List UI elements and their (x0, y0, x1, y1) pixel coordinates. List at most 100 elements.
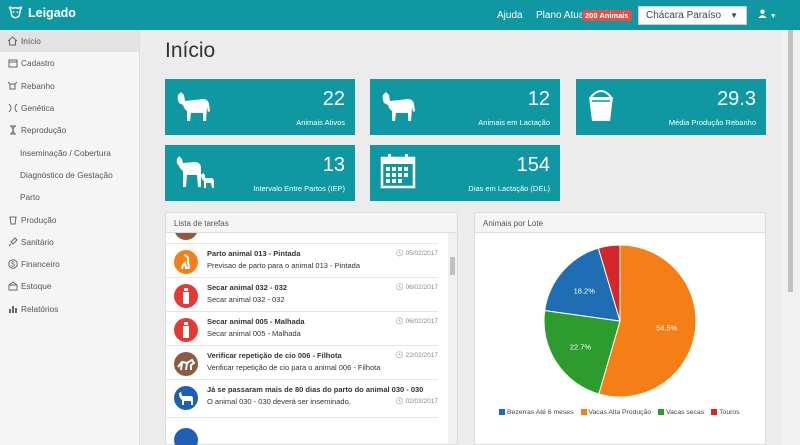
lot-chart-panel: Animais por Lote 54.5% 22.7% 18.2% Bezerra… (474, 212, 766, 445)
sidebar-item-rebanho[interactable]: Rebanho (0, 75, 139, 97)
scrollbar-thumb[interactable] (788, 30, 793, 292)
stat-card-dias-lactacao[interactable]: 154 Dias em Lactação (DEL) (370, 145, 560, 201)
sidebar-item-sanitario[interactable]: Sanitário (0, 231, 139, 253)
task-title: Secar animal 032 - 032 (207, 283, 288, 292)
sidebar-item-label: Produção (21, 214, 57, 225)
pie-chart: 54.5% 22.7% 18.2% (543, 244, 697, 398)
sidebar-subitem-inseminacao[interactable]: Inseminação / Cobertura (0, 141, 139, 163)
sidebar-item-label: Rebanho (21, 80, 55, 91)
task-subtitle: Secar animal 032 - 032 (207, 295, 285, 304)
stat-value: 13 (322, 154, 345, 176)
cow-calf-icon (176, 156, 214, 188)
bucket-icon (589, 90, 613, 121)
task-item[interactable]: Secar animal 005 - Malhada Secar animal … (166, 312, 438, 346)
farm-select-value: Chácara Paraíso (646, 10, 722, 21)
cow-head-icon (8, 6, 23, 19)
brand-logo[interactable]: Leigado (8, 6, 76, 20)
sidebar-item-reproducao[interactable]: Reprodução (0, 119, 139, 141)
stat-label: Média Produção Rebanho (668, 118, 756, 127)
chevron-down-icon: ▼ (730, 11, 738, 20)
stat-card-animais-ativos[interactable]: 22 Animais Ativos (165, 79, 355, 135)
sidebar-item-cadastro[interactable]: Cadastro (0, 52, 139, 74)
caret-down-icon: ▼ (769, 13, 777, 20)
panel-title: Animais por Lote (475, 213, 765, 233)
scrollbar-thumb[interactable] (450, 257, 455, 275)
task-item[interactable] (166, 233, 438, 244)
bottle-icon (174, 318, 198, 342)
legend-swatch (580, 409, 587, 416)
task-list-scrollbar[interactable] (448, 233, 457, 444)
sidebar-item-label: Inseminação / Cobertura (20, 147, 111, 158)
sidebar-item-genetica[interactable]: Genética (0, 97, 139, 119)
home-icon (7, 36, 18, 47)
legend-label: Bezerras Até 6 meses (507, 409, 574, 416)
task-item[interactable]: Verificar repetição de cio 006 - Filhota… (166, 346, 438, 380)
help-link[interactable]: Ajuda (497, 10, 523, 21)
farm-select[interactable]: Chácara Paraíso ▼ (638, 6, 747, 25)
legend-item[interactable]: Touros (711, 409, 740, 416)
genetics-icon (7, 103, 18, 114)
syringe-icon (7, 236, 18, 247)
task-date: 🕓 22/02/2017 (395, 352, 438, 359)
sidebar-item-label: Genética (21, 103, 55, 114)
sidebar-item-label: Início (21, 36, 41, 47)
user-menu[interactable]: ▼ (758, 9, 777, 21)
sidebar-item-relatorios[interactable]: Relatórios (0, 298, 139, 320)
task-item[interactable]: Já se passaram mais de 80 dias do parto … (166, 380, 438, 418)
legend-label: Vacas Alta Produção (588, 409, 652, 416)
task-icon (174, 428, 198, 445)
bottle-icon (174, 284, 198, 308)
page-scrollbar[interactable] (781, 30, 800, 445)
task-item[interactable] (166, 422, 438, 445)
task-subtitle: O animal 030 - 030 deverá ser inseminado… (207, 397, 351, 406)
plan-badge: 200 Animais (582, 10, 632, 21)
sidebar-item-inicio[interactable]: Início (0, 30, 139, 53)
stat-label: Animais Ativos (296, 118, 345, 127)
stat-label: Animais em Lactação (478, 118, 550, 127)
sidebar-subitem-parto[interactable]: Parto (0, 186, 139, 208)
dollar-icon: $ (7, 259, 18, 270)
stat-card-intervalo-partos[interactable]: 13 Intervalo Entre Partos (IEP) (165, 145, 355, 201)
task-icon (174, 233, 198, 240)
legend-swatch (658, 409, 665, 416)
task-date: 🕓 06/02/2017 (395, 318, 438, 325)
reports-icon (7, 303, 18, 314)
stat-value: 22 (322, 88, 345, 110)
legend-item[interactable]: Bezerras Até 6 meses (499, 409, 574, 416)
sidebar-subitem-diagnostico[interactable]: Diagnóstico de Gestação (0, 164, 139, 186)
task-date: 🕓 02/03/2017 (395, 398, 438, 405)
legend-label: Vacas secas (666, 409, 705, 416)
top-navbar: Leigado Ajuda Plano Atual: 200 Animais C… (0, 0, 800, 30)
stat-card-media-producao[interactable]: 29.3 Média Produção Rebanho (576, 79, 766, 135)
slice-label: 18.2% (574, 286, 596, 295)
task-title: Parto animal 013 - Pintada (207, 249, 301, 258)
sidebar-item-estoque[interactable]: Estoque (0, 275, 139, 297)
sidebar-item-label: Estoque (21, 281, 52, 292)
legend-item[interactable]: Vacas secas (658, 409, 704, 416)
task-subtitle: Secar animal 005 - Malhada (207, 329, 301, 338)
legend-swatch (499, 409, 505, 416)
sidebar-item-label: Financeiro (21, 259, 60, 270)
legend-item[interactable]: Vacas Alta Produção (580, 409, 652, 416)
task-subtitle: Previsao de parto para o animal 013 - Pi… (207, 261, 361, 270)
task-title: Já se passaram mais de 80 dias do parto … (207, 385, 424, 394)
legend-swatch (711, 409, 718, 416)
register-icon (7, 58, 18, 69)
user-icon (758, 9, 767, 18)
sidebar-item-label: Reprodução (21, 125, 67, 136)
sidebar-item-label: Relatórios (21, 303, 59, 314)
sidebar-item-producao[interactable]: Produção (0, 208, 139, 230)
mating-icon (174, 352, 198, 376)
task-title: Verificar repetição de cio 006 - Filhota (207, 351, 342, 360)
stat-label: Dias em Lactação (DEL) (468, 184, 550, 193)
task-list-panel: Lista de tarefas Parto animal 013 - Pint… (165, 212, 458, 445)
cow-icon (382, 92, 415, 121)
cow-icon (174, 386, 198, 410)
task-item[interactable]: Secar animal 032 - 032 Secar animal 032 … (166, 278, 438, 312)
sidebar-item-financeiro[interactable]: $ Financeiro (0, 253, 139, 275)
calendar-icon (380, 154, 416, 189)
birth-icon (174, 250, 198, 274)
stat-card-animais-lactacao[interactable]: 12 Animais em Lactação (370, 79, 560, 135)
task-item[interactable]: Parto animal 013 - Pintada Previsao de p… (166, 244, 438, 278)
chart-legend: Bezerras Até 6 meses Vacas Alta Produção V… (499, 409, 740, 416)
